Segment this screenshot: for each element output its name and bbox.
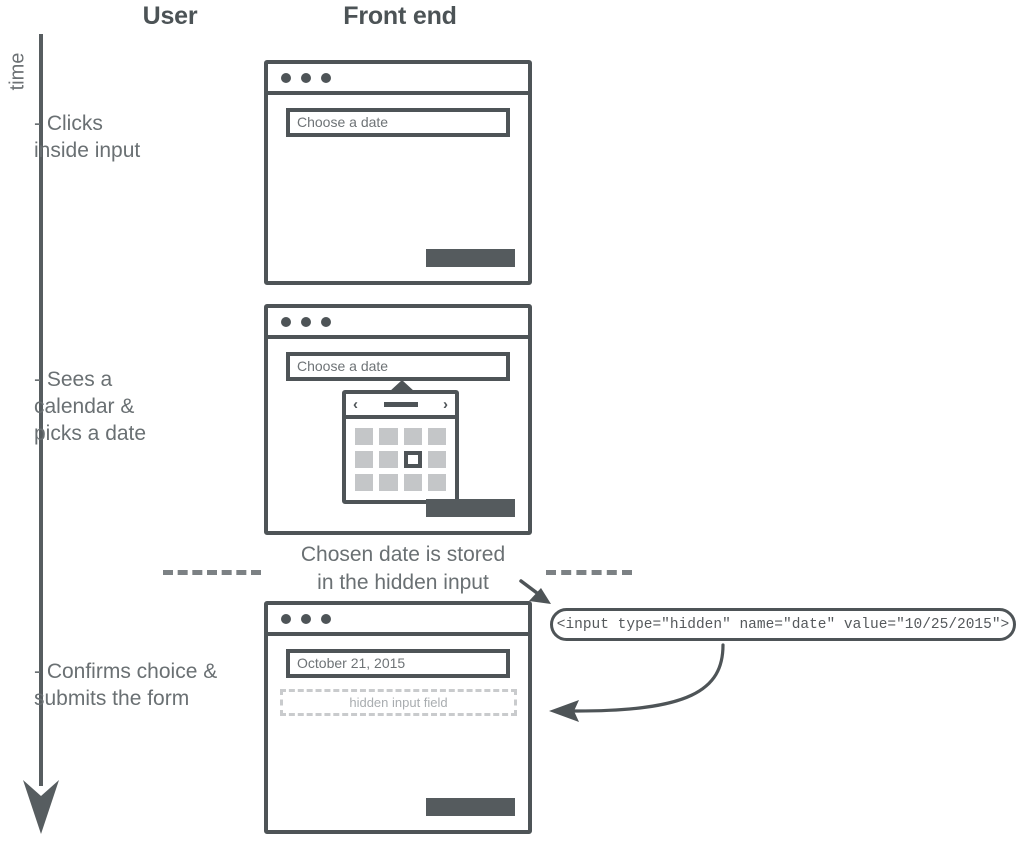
calendar-day-cell[interactable]	[403, 428, 422, 445]
date-input-field[interactable]: October 21, 2015	[286, 649, 510, 678]
calendar-caret-icon	[389, 380, 415, 392]
calendar-day-cell[interactable]	[403, 474, 422, 491]
window-title-bar	[268, 308, 528, 339]
date-input-field[interactable]: Choose a date	[286, 352, 510, 381]
window-title-bar	[268, 64, 528, 95]
window-body: Choose a date	[268, 95, 528, 281]
window-control-dots	[281, 73, 331, 83]
calendar-day-cell[interactable]	[379, 474, 398, 491]
window-dot-icon	[321, 614, 331, 624]
calendar-day-cell[interactable]	[427, 474, 446, 491]
separator-caption: Chosen date is stored in the hidden inpu…	[300, 543, 506, 594]
calendar-day-cell-selected[interactable]	[403, 451, 422, 468]
submit-button[interactable]	[426, 798, 515, 816]
curved-arrow-left-icon	[549, 643, 725, 722]
window-dot-icon	[281, 73, 291, 83]
calendar-day-cell[interactable]	[355, 474, 374, 491]
window-dot-icon	[301, 614, 311, 624]
column-header-user: User	[142, 2, 198, 30]
window-body: October 21, 2015 hidden input field	[268, 636, 528, 830]
window-control-dots	[281, 614, 331, 624]
window-body: Choose a date ‹ ›	[268, 339, 528, 531]
down-arrow-icon	[23, 780, 59, 834]
calendar-day-cell[interactable]	[427, 428, 446, 445]
calendar-popup[interactable]: ‹ ›	[342, 390, 459, 504]
calendar-day-cell[interactable]	[379, 428, 398, 445]
chevron-left-icon[interactable]: ‹	[353, 397, 358, 412]
window-dot-icon	[281, 317, 291, 327]
hidden-input-code-snippet: <input type="hidden" name="date" value="…	[550, 608, 1016, 641]
window-dot-icon	[321, 317, 331, 327]
submit-button[interactable]	[426, 499, 515, 517]
window-dot-icon	[321, 73, 331, 83]
calendar-day-grid[interactable]	[346, 419, 455, 500]
submit-button[interactable]	[426, 249, 515, 267]
user-step-note-2: - Sees a calendar & picks a date	[34, 368, 147, 445]
calendar-header: ‹ ›	[346, 394, 455, 419]
calendar-day-cell[interactable]	[355, 428, 374, 445]
separator-dashed-line-left	[163, 570, 261, 575]
window-title-bar	[268, 605, 528, 636]
time-axis-label: time	[6, 52, 29, 91]
hidden-input-field: hidden input field	[280, 689, 517, 716]
date-input-field[interactable]: Choose a date	[286, 108, 510, 137]
chevron-right-icon[interactable]: ›	[443, 397, 448, 412]
browser-window-step-2: Choose a date ‹ ›	[264, 304, 532, 535]
separator-dashed-line-right	[546, 570, 632, 575]
calendar-day-cell[interactable]	[379, 451, 398, 468]
calendar-day-cell[interactable]	[427, 451, 446, 468]
column-header-frontend: Front end	[343, 2, 457, 30]
calendar-month-placeholder	[383, 402, 418, 407]
browser-window-step-1: Choose a date	[264, 60, 532, 285]
window-control-dots	[281, 317, 331, 327]
window-dot-icon	[301, 317, 311, 327]
calendar-day-cell[interactable]	[355, 451, 374, 468]
user-step-note-3: - Confirms choice & submits the form	[34, 660, 218, 710]
user-step-note-1: - Clicks inside input	[34, 112, 141, 162]
window-dot-icon	[281, 614, 291, 624]
window-dot-icon	[301, 73, 311, 83]
browser-window-step-3: October 21, 2015 hidden input field	[264, 601, 532, 834]
